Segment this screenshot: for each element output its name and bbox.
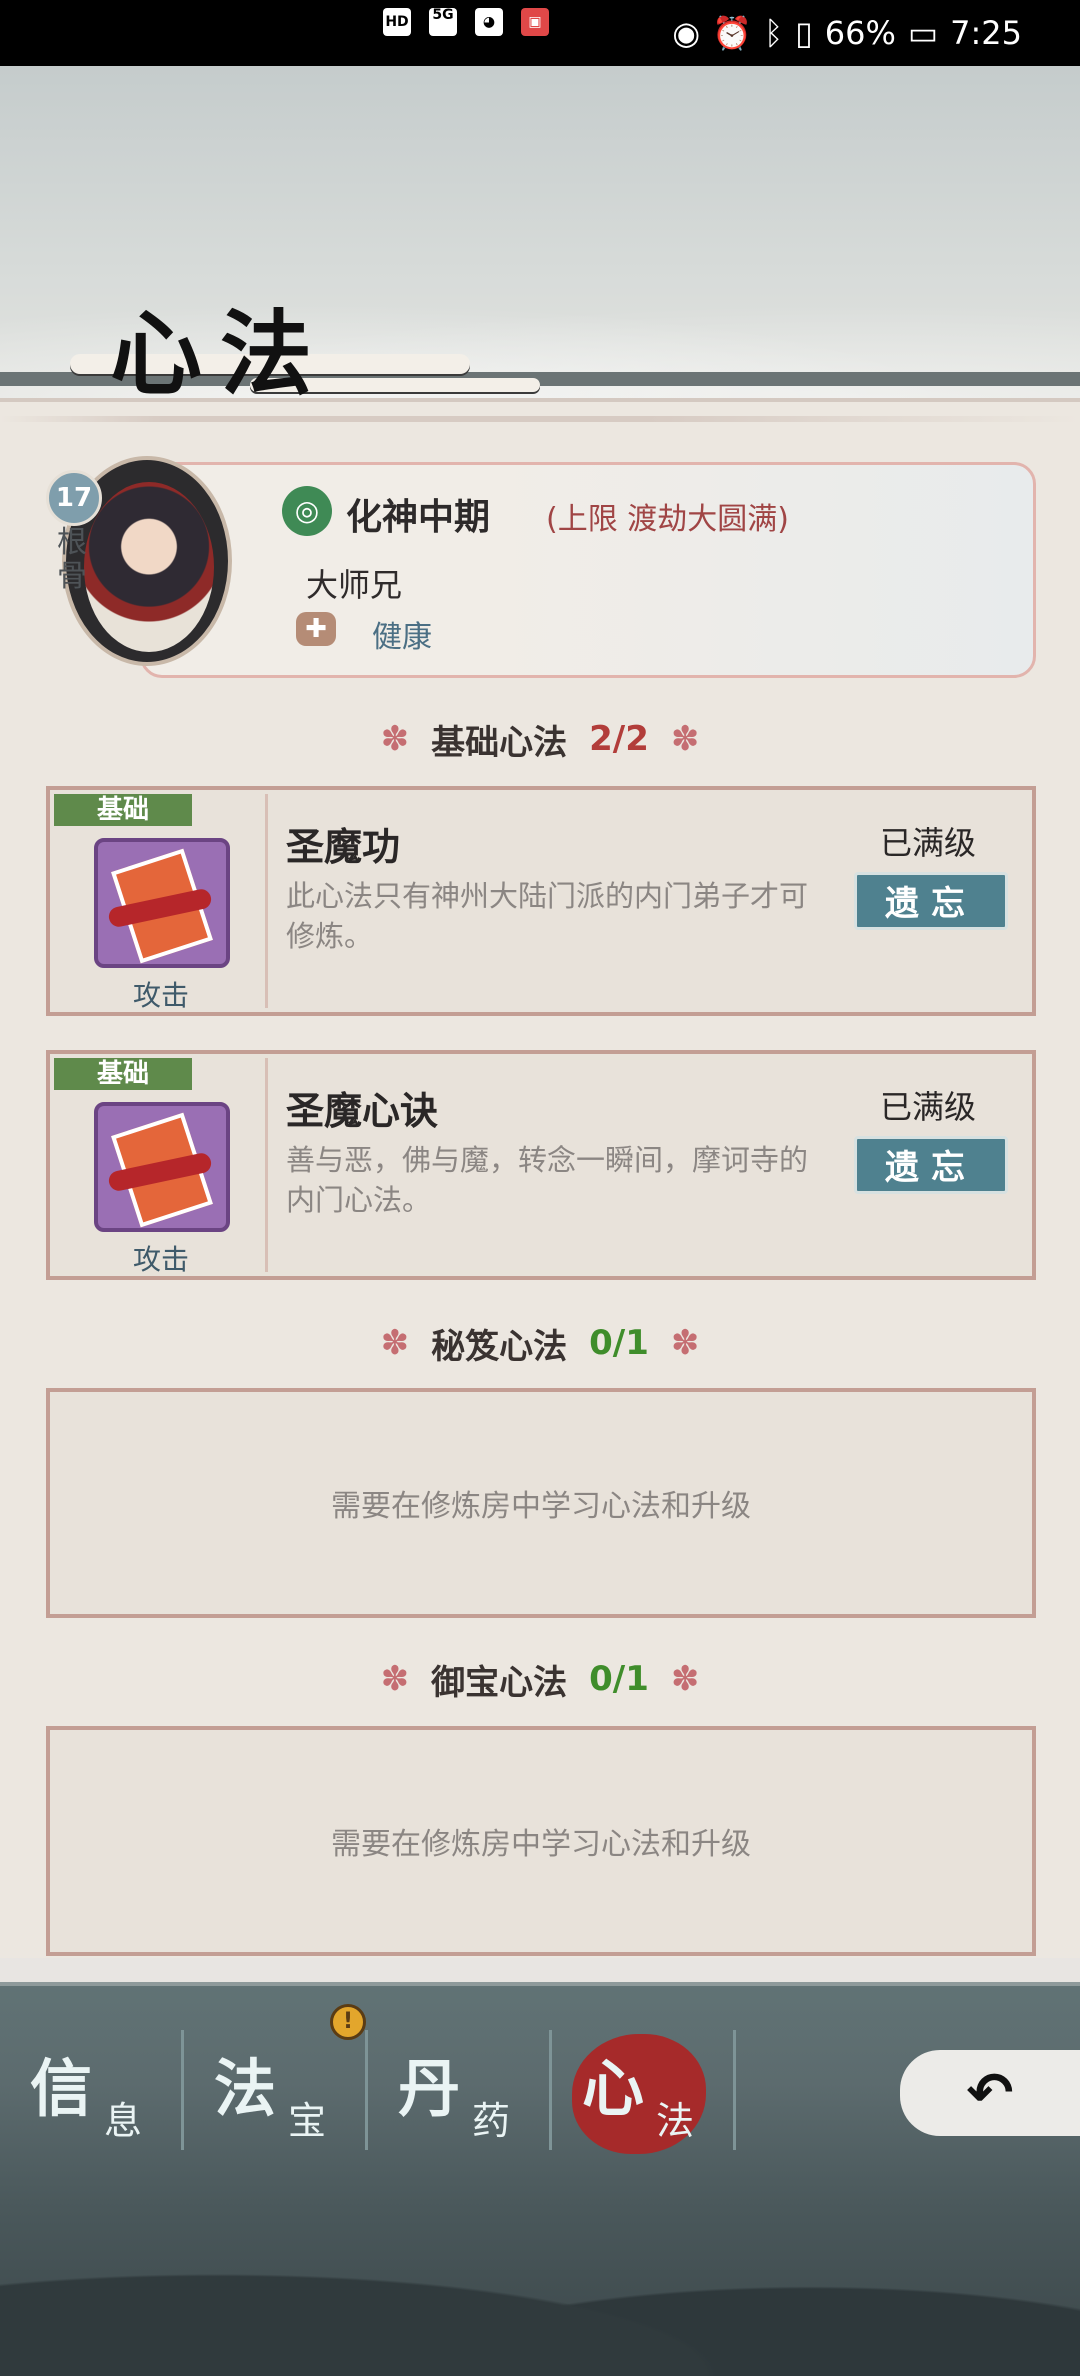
flower-icon: ✽ xyxy=(670,719,700,759)
bluetooth-icon: ᛒ xyxy=(763,14,784,52)
hd-icon: HD xyxy=(383,8,411,36)
empty-slot-treasure[interactable]: 需要在修炼房中学习心法和升级 xyxy=(46,1726,1036,1956)
skill-level-status: 已满级 xyxy=(879,1088,976,1126)
tab-mind-method[interactable]: 心 法 xyxy=(552,2030,736,2154)
health-heart-icon: ✚ xyxy=(296,612,336,646)
skill-description: 此心法只有神州大陆门派的内门弟子才可修炼。 xyxy=(286,879,809,953)
section-title: 御宝心法 xyxy=(431,1662,568,1703)
page-title: 心法 xyxy=(110,300,331,408)
skill-tag: 基础 xyxy=(54,1058,192,1090)
vibrate-icon: ▯ xyxy=(795,14,813,52)
realm-swirl-icon: ◎ xyxy=(282,486,332,536)
tab-big-char: 法 xyxy=(214,2052,277,2125)
app-icon: ▣ xyxy=(521,8,549,36)
section-header-secret: ✽ 秘笈心法 0/1 ✽ xyxy=(0,1318,1080,1368)
tab-small-char: 宝 xyxy=(288,2099,327,2143)
flower-icon: ✽ xyxy=(380,1323,410,1363)
back-arrow-icon: ↶ xyxy=(966,2060,1014,2126)
mountain-silhouette xyxy=(0,2200,1080,2376)
tab-pill[interactable]: 丹 药 xyxy=(368,2030,552,2150)
tab-info[interactable]: 信 息 xyxy=(0,2030,184,2150)
tab-big-char: 信 xyxy=(30,2052,93,2125)
skill-title: 圣魔功 xyxy=(286,825,401,869)
hero-realm: 化神中期 xyxy=(346,497,491,538)
tab-treasure[interactable]: 法 宝 xyxy=(184,2030,368,2150)
qq-icon: ◕ xyxy=(475,8,503,36)
status-left-icons: HD 5G ◕ ▣ xyxy=(383,8,549,36)
flower-icon: ✽ xyxy=(380,1659,410,1699)
hero-health: 健康 xyxy=(372,620,432,655)
tab-big-char: 丹 xyxy=(398,2052,461,2125)
hero-portrait xyxy=(84,482,214,652)
skill-title: 圣魔心诀 xyxy=(286,1089,439,1133)
skill-type: 攻击 xyxy=(132,1243,189,1276)
section-title: 基础心法 xyxy=(431,722,568,763)
hero-name: 大师兄 xyxy=(306,566,403,604)
skill-card[interactable]: 基础 攻击 圣魔心诀 善与恶，佛与魔，转念一瞬间，摩诃寺的内门心法。 已满级 遗… xyxy=(46,1050,1036,1280)
section-count: 2/2 xyxy=(589,719,649,759)
flower-icon: ✽ xyxy=(380,719,410,759)
hero-realm-limit: (上限 渡劫大圆满) xyxy=(546,502,789,537)
skill-level-status: 已满级 xyxy=(879,824,976,862)
network-5g-icon: 5G xyxy=(429,8,457,36)
skill-description: 善与恶，佛与魔，转念一瞬间，摩诃寺的内门心法。 xyxy=(286,1143,809,1217)
back-button[interactable]: ↶ xyxy=(900,2050,1080,2136)
tab-small-char: 药 xyxy=(472,2099,511,2143)
section-count: 0/1 xyxy=(589,1323,649,1363)
battery-percent: 66% xyxy=(824,14,896,52)
alert-badge: ! xyxy=(330,2004,366,2040)
eye-icon: ◉ xyxy=(672,14,701,52)
bottom-strip xyxy=(0,1958,1080,1986)
skill-tag: 基础 xyxy=(54,794,192,826)
forget-button[interactable]: 遗忘 xyxy=(854,1136,1008,1194)
section-title: 秘笈心法 xyxy=(431,1326,568,1367)
skill-card[interactable]: 基础 攻击 圣魔功 此心法只有神州大陆门派的内门弟子才可修炼。 已满级 遗忘 xyxy=(46,786,1036,1016)
skill-type: 攻击 xyxy=(132,979,189,1012)
tab-small-char: 息 xyxy=(104,2099,143,2143)
skill-book-icon xyxy=(94,838,230,968)
tab-big-char: 心 xyxy=(582,2052,645,2125)
forget-button[interactable]: 遗忘 xyxy=(854,872,1008,930)
flower-icon: ✽ xyxy=(670,1659,700,1699)
empty-slot-secret[interactable]: 需要在修炼房中学习心法和升级 xyxy=(46,1388,1036,1618)
skill-icon-panel: 基础 攻击 xyxy=(54,794,268,1012)
root-label: 根骨 xyxy=(57,525,87,594)
section-header-treasure: ✽ 御宝心法 0/1 ✽ xyxy=(0,1654,1080,1704)
root-value-badge: 17 xyxy=(46,470,102,526)
tab-small-char: 法 xyxy=(656,2099,695,2143)
page-title-banner: 心法 xyxy=(70,280,540,410)
skill-book-icon xyxy=(94,1102,230,1232)
section-header-basic: ✽ 基础心法 2/2 ✽ xyxy=(0,714,1080,764)
clock: 7:25 xyxy=(950,14,1022,52)
skill-icon-panel: 基础 攻击 xyxy=(54,1058,268,1276)
battery-icon: ▭ xyxy=(907,14,939,52)
status-bar: HD 5G ◕ ▣ ◉ ⏰ ᛒ ▯ 66% ▭ 7:25 xyxy=(0,0,1080,66)
flower-icon: ✽ xyxy=(670,1323,700,1363)
section-count: 0/1 xyxy=(589,1659,649,1699)
alarm-icon: ⏰ xyxy=(712,14,752,52)
